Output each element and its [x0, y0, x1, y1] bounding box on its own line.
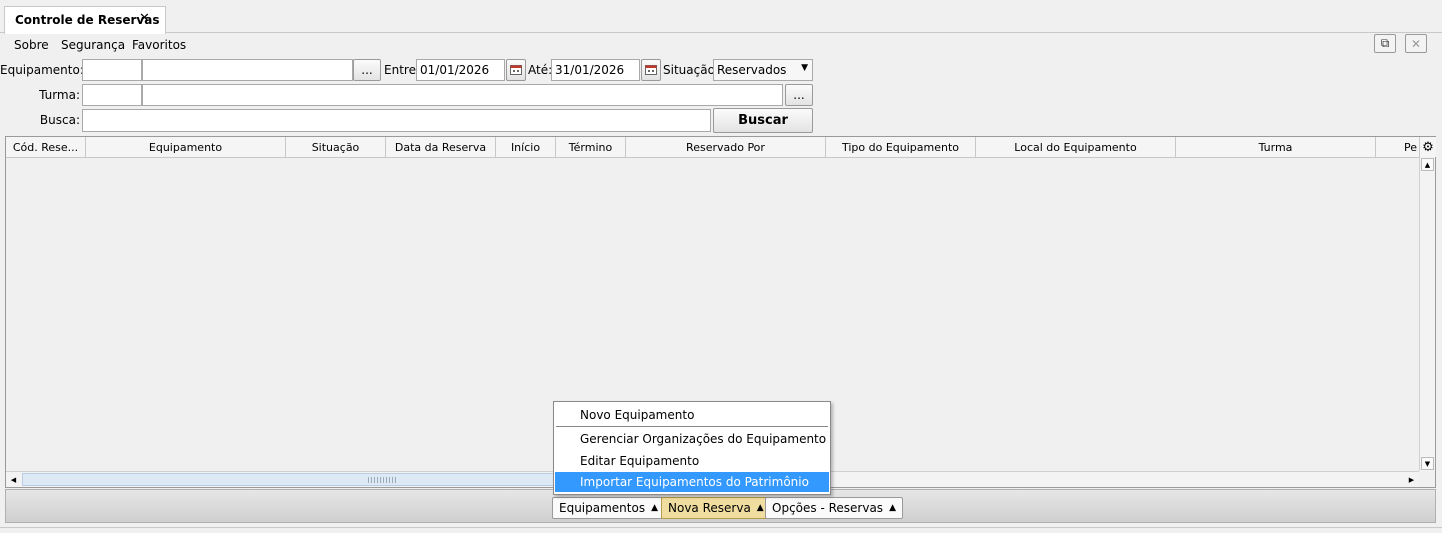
tab-title: Controle de Reservas	[15, 13, 160, 27]
menu-divider	[556, 426, 828, 427]
status-bar	[0, 527, 1442, 533]
nova-reserva-button[interactable]: Nova Reserva ▲	[661, 497, 771, 519]
column-header[interactable]: Data da Reserva	[386, 137, 496, 158]
ate-date-field[interactable]: 31/01/2026	[551, 59, 640, 81]
column-header[interactable]: Pe	[1376, 137, 1420, 158]
equipamento-label: Equipamento:	[0, 63, 84, 77]
column-header[interactable]: Cód. Rese...	[6, 137, 86, 158]
turma-code-field[interactable]	[82, 84, 142, 106]
menu-item-editar-equipamento[interactable]: Editar Equipamento	[555, 451, 829, 471]
column-header[interactable]: Turma	[1176, 137, 1376, 158]
column-header[interactable]: Reservado Por	[626, 137, 826, 158]
turma-name-field[interactable]	[142, 84, 783, 106]
equipamento-browse-button[interactable]: ...	[353, 59, 381, 81]
entre-label: Entre:	[384, 63, 420, 77]
entre-date-field[interactable]: 01/01/2026	[416, 59, 505, 81]
busca-label: Busca:	[39, 113, 80, 127]
menu-seguranca[interactable]: Segurança	[61, 38, 125, 52]
busca-input[interactable]	[82, 109, 711, 132]
scroll-left-icon[interactable]: ◀	[7, 473, 20, 486]
column-header[interactable]: Situação	[286, 137, 386, 158]
menu-item-novo-equipamento[interactable]: Novo Equipamento	[555, 405, 829, 425]
turma-browse-button[interactable]: ...	[785, 84, 813, 106]
opcoes-reservas-label: Opções - Reservas	[772, 501, 884, 515]
tab-controle-reservas[interactable]: Controle de Reservas ✕	[4, 6, 166, 34]
scroll-right-icon[interactable]: ▶	[1405, 473, 1418, 486]
equipamentos-popup-menu: Novo Equipamento Gerenciar Organizações …	[553, 401, 831, 495]
column-header[interactable]: Término	[556, 137, 626, 158]
tab-strip	[0, 0, 1442, 33]
calendar-icon[interactable]	[641, 59, 661, 81]
chevron-down-icon: ▼	[801, 63, 808, 73]
ate-label: Até:	[528, 63, 553, 77]
situacao-value: Reservados	[717, 63, 787, 77]
chevron-up-icon: ▲	[756, 503, 764, 513]
column-header[interactable]: Local do Equipamento	[976, 137, 1176, 158]
equipamento-name-field[interactable]	[142, 59, 353, 81]
nova-reserva-label: Nova Reserva	[668, 501, 751, 515]
calendar-icon[interactable]	[506, 59, 526, 81]
column-header[interactable]: Tipo do Equipamento	[826, 137, 976, 158]
chevron-up-icon: ▲	[651, 503, 659, 513]
menu-item-gerenciar-organizacoes[interactable]: Gerenciar Organizações do Equipamento	[555, 429, 829, 449]
equipamento-code-field[interactable]	[82, 59, 142, 81]
grip-icon	[368, 477, 398, 483]
popout-icon[interactable]: ⧉	[1374, 34, 1396, 53]
buscar-button[interactable]: Buscar	[713, 108, 813, 133]
scroll-up-icon[interactable]: ▲	[1421, 158, 1434, 171]
situacao-select[interactable]: Reservados ▼	[713, 59, 813, 81]
turma-label: Turma:	[39, 88, 80, 102]
vertical-scrollbar[interactable]: ▲ ▼	[1419, 157, 1435, 471]
equipamentos-label: Equipamentos	[559, 501, 646, 515]
situacao-label: Situação:	[663, 63, 719, 77]
close-window-icon[interactable]: ✕	[1405, 34, 1427, 53]
close-tab-icon[interactable]: ✕	[139, 11, 150, 26]
scroll-down-icon[interactable]: ▼	[1421, 457, 1434, 470]
gear-icon[interactable]: ⚙	[1420, 137, 1436, 157]
equipamentos-button[interactable]: Equipamentos ▲	[552, 497, 666, 519]
menu-sobre[interactable]: Sobre	[14, 38, 49, 52]
menu-item-importar-patrimonio[interactable]: Importar Equipamentos do Patrimônio	[555, 472, 829, 492]
opcoes-reservas-button[interactable]: Opções - Reservas ▲	[765, 497, 903, 519]
chevron-up-icon: ▲	[889, 503, 896, 513]
menu-favoritos[interactable]: Favoritos	[132, 38, 186, 52]
column-header[interactable]: Início	[496, 137, 556, 158]
column-header[interactable]: Equipamento	[86, 137, 286, 158]
